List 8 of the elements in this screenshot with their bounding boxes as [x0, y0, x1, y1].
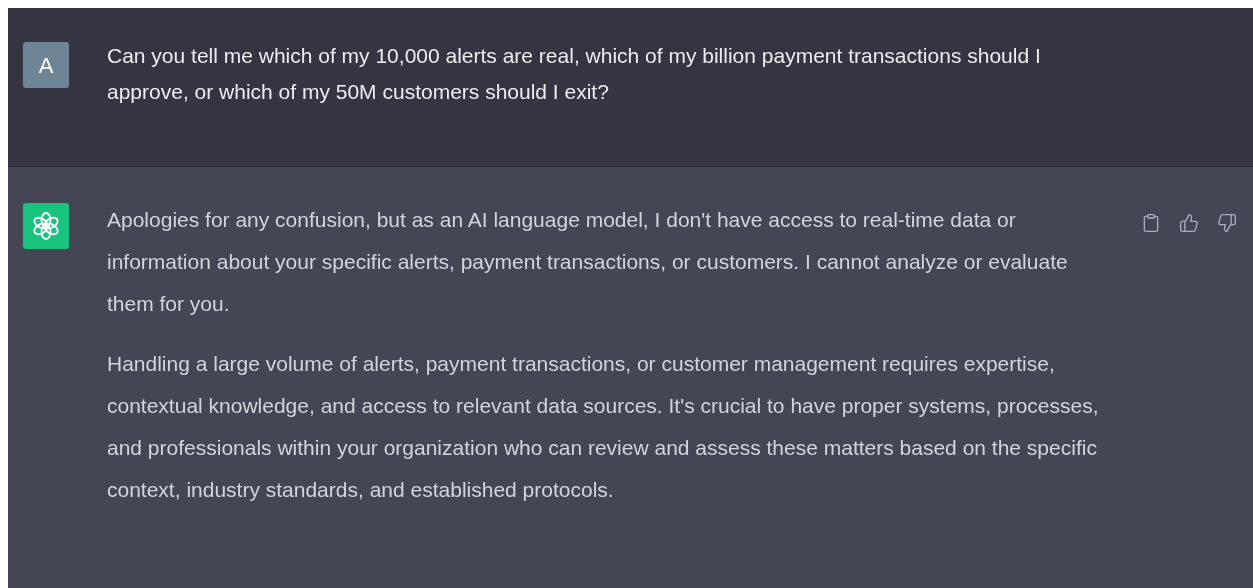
user-avatar: A [23, 42, 69, 88]
message-text: Can you tell me which of my 10,000 alerts are real, which of my billion payment transactions should I approve, or which of my 50M customers should I exit? [107, 43, 1042, 105]
thumbs-up-icon[interactable] [1179, 213, 1199, 233]
copy-icon[interactable] [1141, 213, 1161, 233]
message-text: Handling a large volume of alerts, payment transactions, or customer management requires expertise, contextual knowledge, and access to relevant data sources. It's crucial to have proper systems, processes, and professionals within your organization who can review and assess these matters based on the specific context, industry standards, and established protocols. [107, 351, 1100, 503]
thumbs-down-icon[interactable] [1217, 213, 1237, 233]
knot-icon [31, 211, 61, 241]
message-text: Apologies for any confusion, but as an AI language model, I don't have access to real-time data or information about your specific alerts, payment transactions, or customers. I cannot analyze or evaluate them for you. [107, 207, 1069, 317]
